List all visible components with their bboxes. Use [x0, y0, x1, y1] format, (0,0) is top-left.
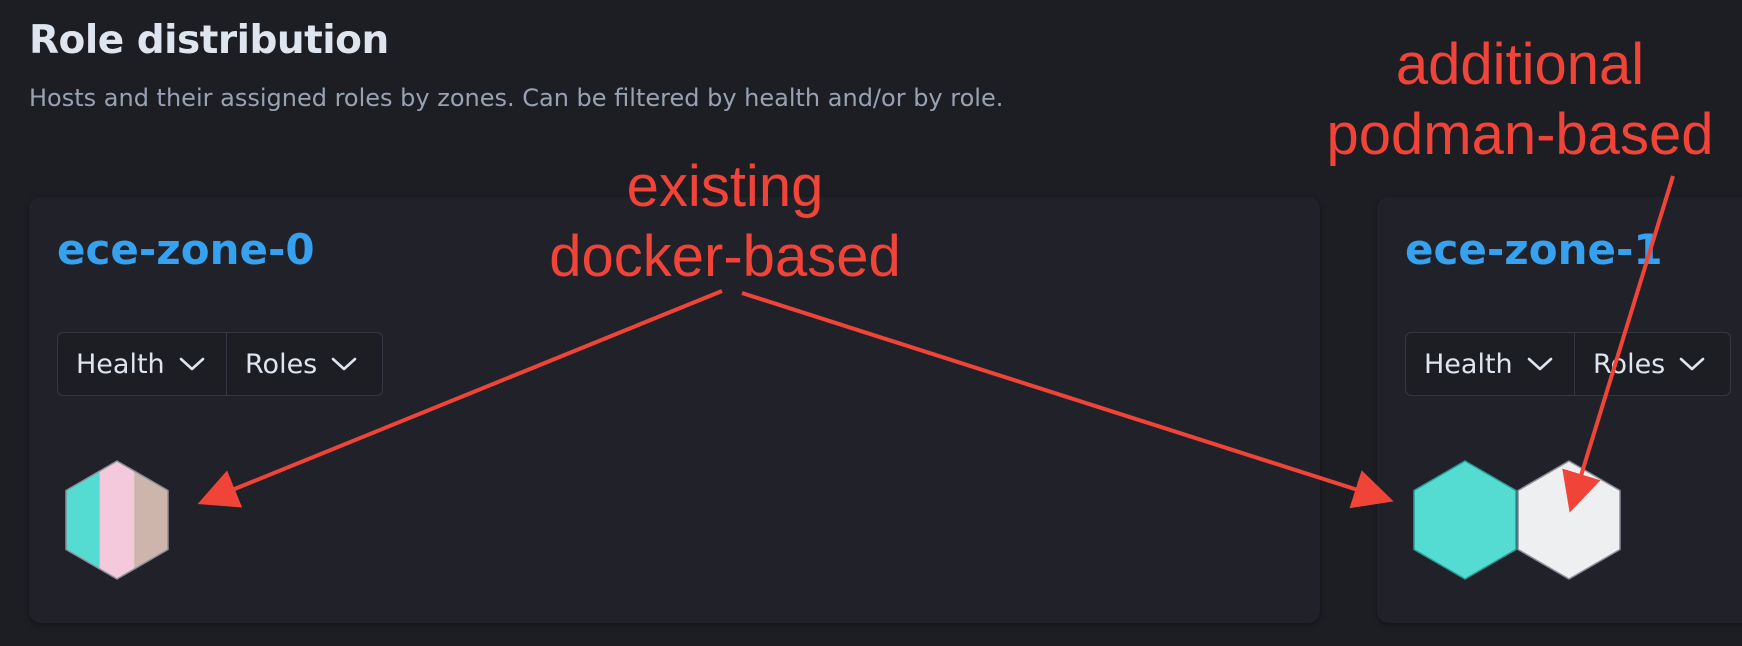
annotation-additional: additional podman-based: [1315, 30, 1725, 170]
zone-title[interactable]: ece-zone-0: [57, 225, 315, 274]
annotation-text: existing: [626, 154, 824, 219]
annotation-text: podman-based: [1326, 102, 1714, 167]
annotation-existing: existing docker-based: [535, 152, 915, 292]
zone-filter-group: Health Roles: [1405, 332, 1731, 396]
zone-title[interactable]: ece-zone-1: [1405, 225, 1663, 274]
roles-filter-button[interactable]: Roles: [226, 333, 382, 395]
zone-card-ece-zone-1: ece-zone-1 Health Roles: [1377, 197, 1742, 623]
host-hexagon-icon[interactable]: [65, 460, 169, 580]
annotation-text: docker-based: [549, 224, 901, 289]
chevron-down-icon: [331, 357, 357, 371]
host-hexagon-icon[interactable]: [1413, 460, 1517, 580]
roles-filter-label: Roles: [1593, 348, 1666, 380]
health-filter-button[interactable]: Health: [1406, 333, 1574, 395]
health-filter-label: Health: [76, 348, 165, 380]
chevron-down-icon: [1679, 357, 1705, 371]
role-stripe: [99, 461, 135, 579]
role-stripe: [134, 461, 168, 579]
page-title: Role distribution: [29, 18, 389, 63]
health-filter-button[interactable]: Health: [58, 333, 226, 395]
chevron-down-icon: [1527, 357, 1552, 371]
page-subtitle: Hosts and their assigned roles by zones.…: [29, 84, 1004, 112]
health-filter-label: Health: [1424, 348, 1513, 380]
zone-filter-group: Health Roles: [57, 332, 383, 396]
annotation-text: additional: [1395, 32, 1645, 97]
chevron-down-icon: [179, 357, 204, 371]
roles-filter-label: Roles: [245, 348, 318, 380]
host-hexagon-icon[interactable]: [1517, 460, 1621, 580]
role-stripe: [66, 461, 101, 579]
roles-filter-button[interactable]: Roles: [1574, 333, 1730, 395]
